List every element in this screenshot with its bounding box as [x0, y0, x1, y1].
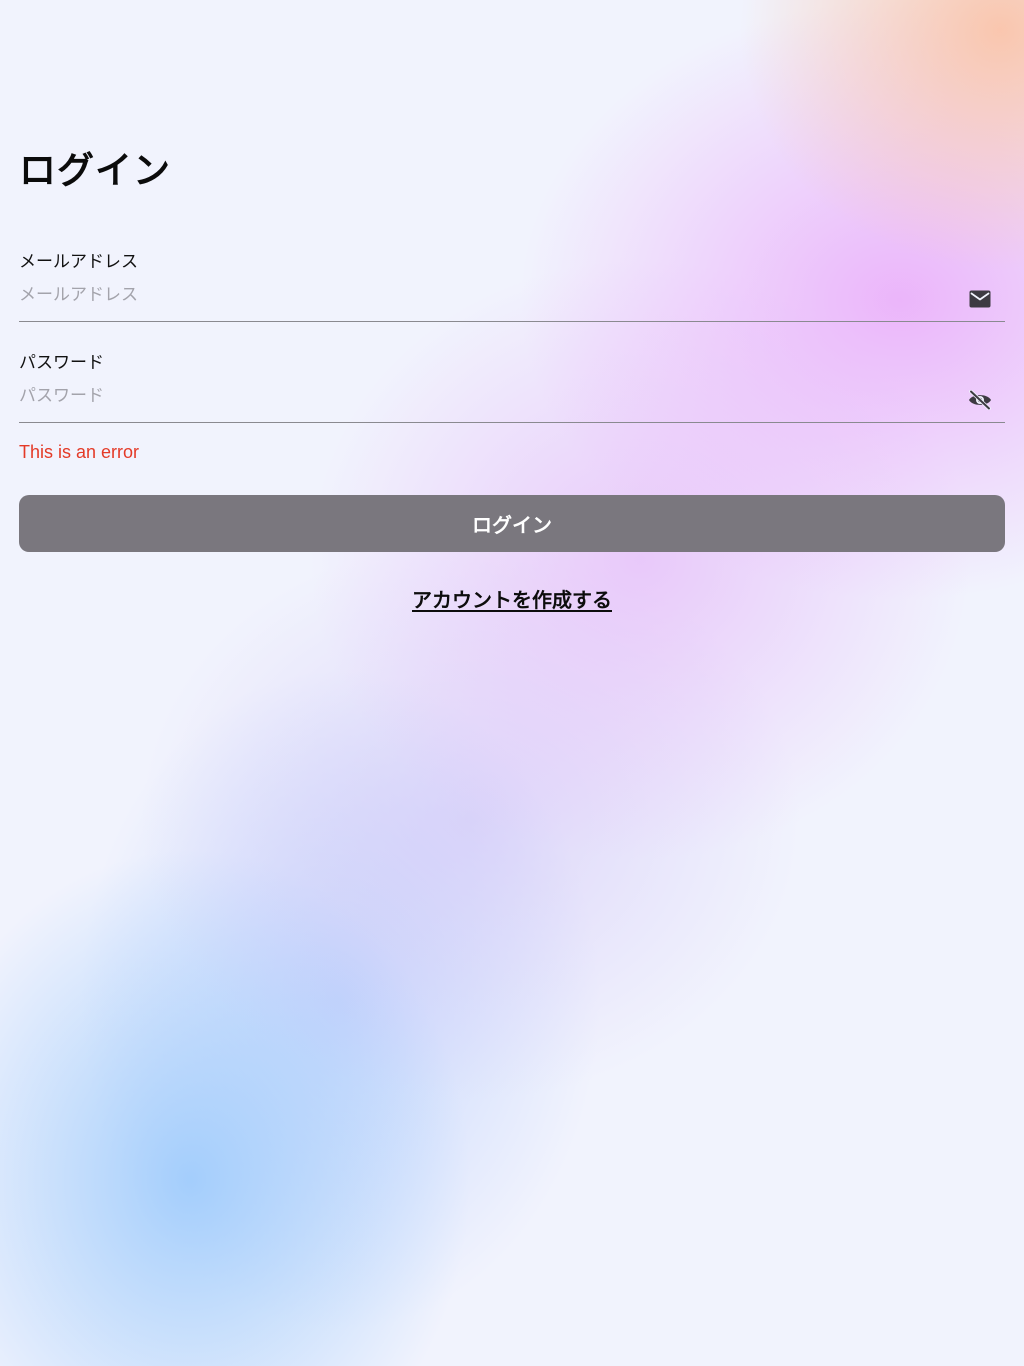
email-label: メールアドレス — [19, 252, 138, 272]
password-input-row — [19, 376, 1005, 423]
create-account-container: アカウントを作成する — [19, 584, 1005, 613]
email-input-row — [19, 275, 1005, 322]
password-label: パスワード — [19, 353, 104, 373]
page-title: ログイン — [19, 149, 171, 192]
eye-off-icon[interactable] — [968, 388, 992, 412]
password-input[interactable] — [19, 376, 949, 416]
login-button[interactable]: ログイン — [19, 495, 1005, 552]
error-message: This is an error — [19, 442, 140, 462]
password-field-group: パスワード — [19, 350, 1005, 423]
email-field-group: メールアドレス — [19, 249, 1005, 322]
email-input[interactable] — [19, 275, 949, 315]
mail-icon — [968, 287, 992, 311]
create-account-link[interactable]: アカウントを作成する — [412, 588, 612, 612]
